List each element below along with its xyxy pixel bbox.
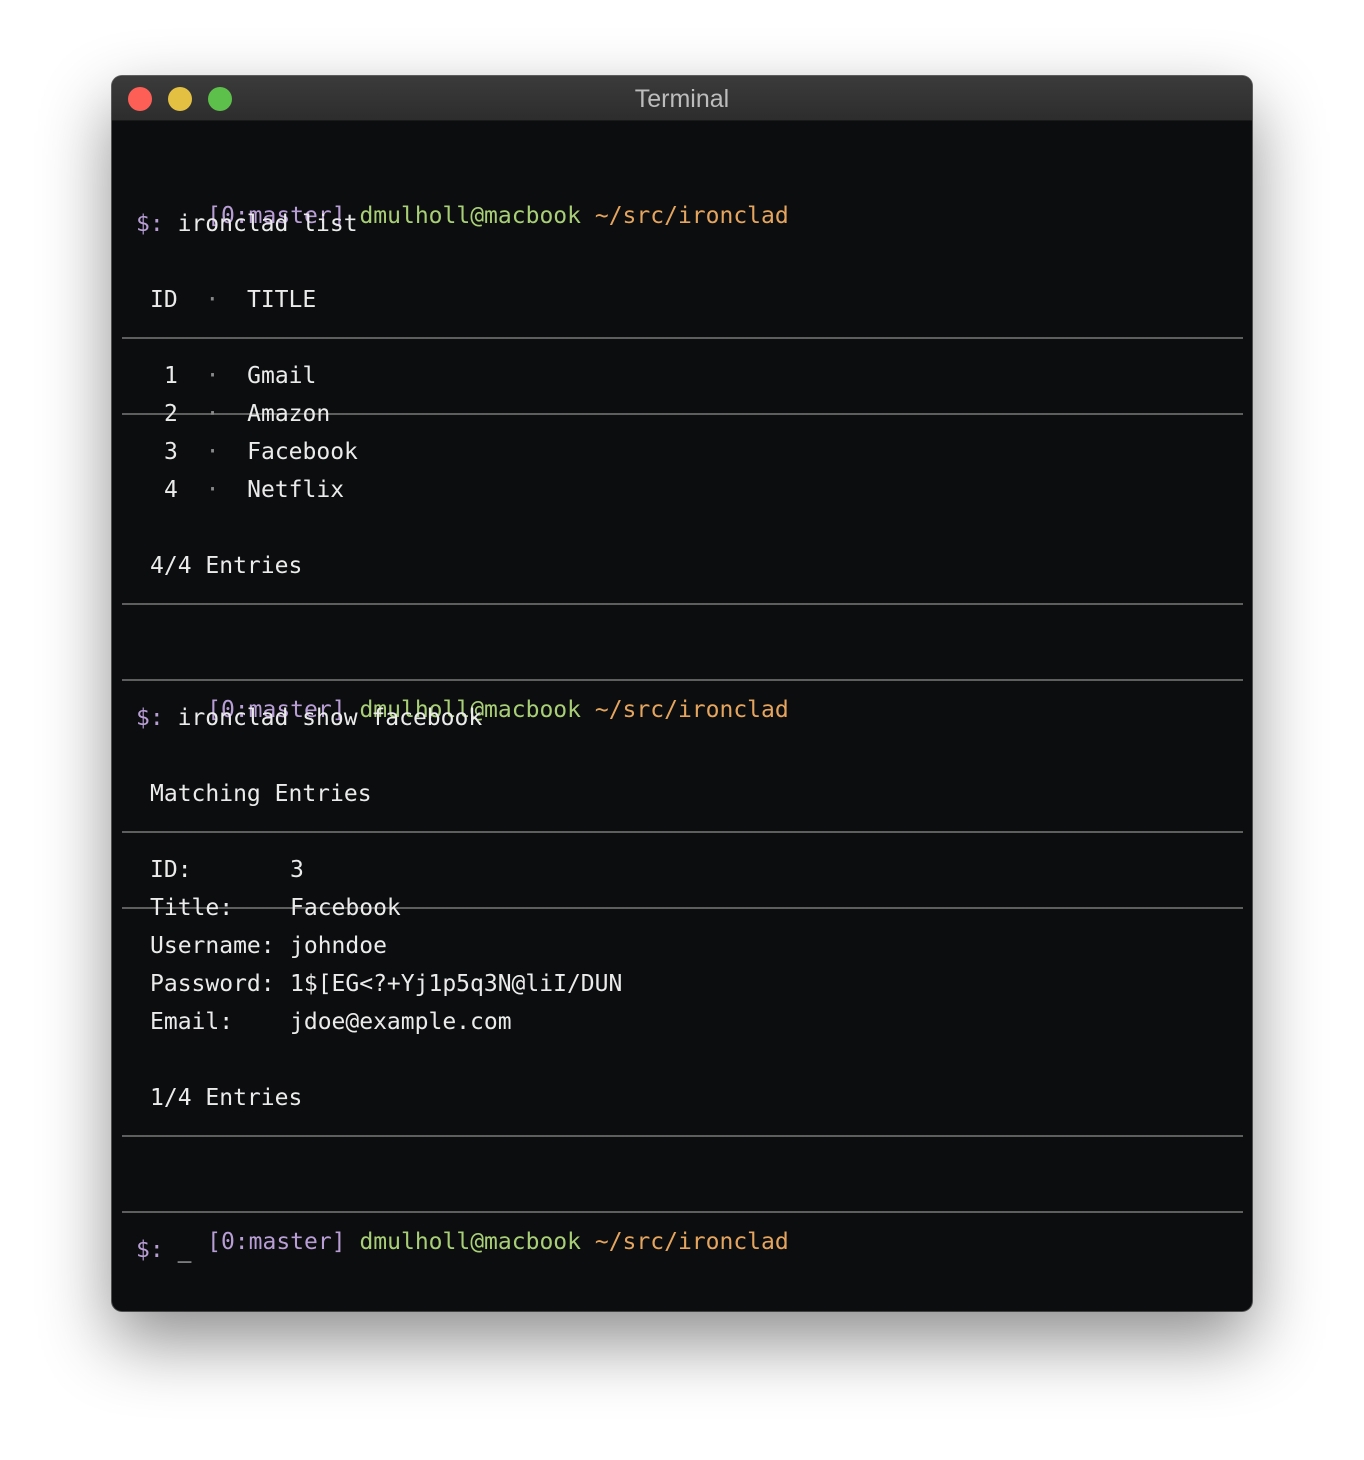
prompt-line: [0:master] dmulholl@macbook ~/src/ironcl… <box>124 1197 789 1255</box>
field-label: Password: <box>150 971 275 997</box>
terminal-window: Terminal [0:master] dmulholl@macbook ~/s… <box>112 76 1252 1311</box>
table-rule <box>122 1135 1243 1137</box>
separator-dot: · <box>205 439 220 465</box>
window-title: Terminal <box>634 85 730 113</box>
field-label: Title: <box>150 895 234 921</box>
command-text: ironclad show facebook <box>177 705 483 731</box>
header-title: TITLE <box>246 287 317 313</box>
prompt-line: [0:master] dmulholl@macbook ~/src/ironcl… <box>124 665 789 723</box>
separator-dot: · <box>205 363 220 389</box>
separator-dot: · <box>205 477 220 503</box>
prompt-session: [0:master] <box>207 1229 346 1255</box>
table-rule <box>122 831 1243 833</box>
header-id: ID <box>150 287 178 313</box>
field-value: 3 <box>290 857 304 883</box>
table-rule <box>122 337 1243 339</box>
prompt-path: ~/src/ironclad <box>594 697 789 723</box>
row-title: Facebook <box>247 439 358 465</box>
prompt-line: [0:master] dmulholl@macbook ~/src/ironcl… <box>124 171 789 229</box>
entry-field: Username: johndoe <box>150 931 387 961</box>
row-id: 3 <box>164 439 178 465</box>
command-line[interactable]: $: _ <box>136 1235 191 1265</box>
text-cursor: _ <box>177 1237 192 1263</box>
entry-field: ID: 3 <box>150 855 304 885</box>
field-value: jdoe@example.com <box>290 1009 512 1035</box>
separator-dot: · <box>205 287 220 313</box>
list-header: ID · TITLE <box>150 285 316 315</box>
prompt-symbol: $: <box>136 705 164 731</box>
separator-dot: · <box>205 401 220 427</box>
command-text: ironclad list <box>177 211 358 237</box>
row-id: 4 <box>164 477 178 503</box>
list-row: 3 · Facebook <box>164 437 358 467</box>
entry-field: Password: 1$[EG<?+Yj1p5q3N@liI/DUN <box>150 969 622 999</box>
prompt-path: ~/src/ironclad <box>594 203 789 229</box>
field-value: 1$[EG<?+Yj1p5q3N@liI/DUN <box>290 971 623 997</box>
prompt-symbol: $: <box>136 1237 164 1263</box>
show-footer: 1/4 Entries <box>150 1085 303 1111</box>
list-row: 2 · Amazon <box>164 399 330 429</box>
row-title: Netflix <box>247 477 345 503</box>
row-id: 1 <box>164 363 178 389</box>
row-title: Amazon <box>247 401 331 427</box>
prompt-user-host: dmulholl@macbook <box>359 203 581 229</box>
field-label: Username: <box>150 933 275 959</box>
list-row: 1 · Gmail <box>164 361 316 391</box>
list-row: 4 · Netflix <box>164 475 344 505</box>
field-label: Email: <box>150 1009 234 1035</box>
field-label: ID: <box>150 857 192 883</box>
field-value: johndoe <box>290 933 387 959</box>
prompt-user-host: dmulholl@macbook <box>359 1229 581 1255</box>
field-value: Facebook <box>290 895 401 921</box>
table-rule <box>122 603 1243 605</box>
show-header: Matching Entries <box>150 781 372 807</box>
command-line: $: ironclad show facebook <box>136 703 482 733</box>
command-line: $: ironclad list <box>136 209 358 239</box>
entry-field: Email: jdoe@example.com <box>150 1007 512 1037</box>
entry-field: Title: Facebook <box>150 893 401 923</box>
prompt-symbol: $: <box>136 211 164 237</box>
title-bar[interactable]: Terminal <box>112 76 1252 121</box>
row-id: 2 <box>164 401 178 427</box>
row-title: Gmail <box>247 363 317 389</box>
list-footer: 4/4 Entries <box>150 553 303 579</box>
terminal-content[interactable]: [0:master] dmulholl@macbook ~/src/ironcl… <box>112 120 1252 1311</box>
prompt-path: ~/src/ironclad <box>594 1229 789 1255</box>
